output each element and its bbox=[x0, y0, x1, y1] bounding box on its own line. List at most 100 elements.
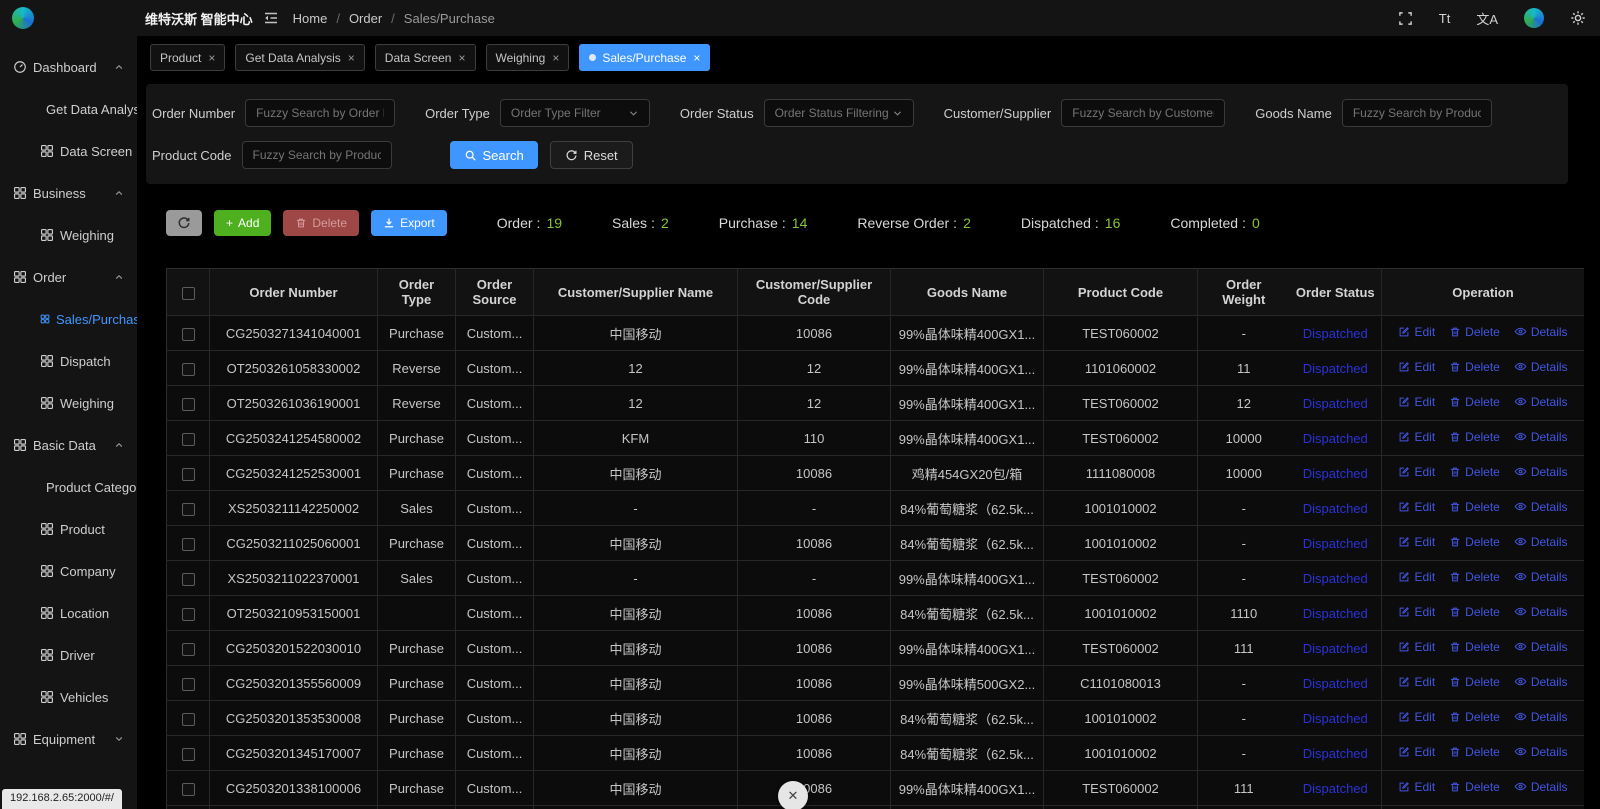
customer-supplier-input[interactable] bbox=[1061, 99, 1225, 127]
sidebar-collapse-icon[interactable] bbox=[263, 10, 279, 26]
close-icon[interactable]: × bbox=[208, 51, 215, 65]
delete-link[interactable]: Delete bbox=[1449, 430, 1500, 444]
tab-data-screen[interactable]: Data Screen× bbox=[375, 44, 476, 71]
row-checkbox[interactable] bbox=[182, 643, 195, 656]
sidebar-item-weighing[interactable]: Weighing bbox=[0, 214, 137, 256]
edit-link[interactable]: Edit bbox=[1398, 570, 1435, 584]
row-checkbox[interactable] bbox=[182, 433, 195, 446]
details-link[interactable]: Details bbox=[1514, 675, 1568, 689]
delete-link[interactable]: Delete bbox=[1449, 675, 1500, 689]
export-button[interactable]: Export bbox=[371, 210, 447, 236]
delete-link[interactable]: Delete bbox=[1449, 745, 1500, 759]
add-button[interactable]: + Add bbox=[214, 210, 271, 236]
row-checkbox[interactable] bbox=[182, 608, 195, 621]
details-link[interactable]: Details bbox=[1514, 570, 1568, 584]
row-checkbox[interactable] bbox=[182, 538, 195, 551]
edit-link[interactable]: Edit bbox=[1398, 675, 1435, 689]
sidebar-item-dispatch[interactable]: Dispatch bbox=[0, 340, 137, 382]
row-checkbox[interactable] bbox=[182, 328, 195, 341]
details-link[interactable]: Details bbox=[1514, 745, 1568, 759]
delete-link[interactable]: Delete bbox=[1449, 780, 1500, 794]
sidebar-item-data-screen[interactable]: Data Screen bbox=[0, 130, 137, 172]
row-checkbox[interactable] bbox=[182, 398, 195, 411]
edit-link[interactable]: Edit bbox=[1398, 325, 1435, 339]
goods-name-input[interactable] bbox=[1342, 99, 1492, 127]
refresh-button[interactable] bbox=[166, 210, 202, 236]
order-status-select[interactable]: Order Status Filtering bbox=[764, 99, 914, 127]
details-link[interactable]: Details bbox=[1514, 710, 1568, 724]
select-all-checkbox[interactable] bbox=[182, 287, 195, 300]
user-avatar[interactable] bbox=[1524, 8, 1544, 28]
font-size-icon[interactable]: Tt bbox=[1439, 11, 1451, 26]
close-icon[interactable]: × bbox=[693, 51, 700, 65]
sidebar-item-product[interactable]: Product bbox=[0, 508, 137, 550]
breadcrumb-order[interactable]: Order bbox=[349, 11, 382, 26]
delete-link[interactable]: Delete bbox=[1449, 535, 1500, 549]
settings-gear-icon[interactable] bbox=[1570, 10, 1586, 26]
search-button[interactable]: Search bbox=[450, 141, 538, 169]
details-link[interactable]: Details bbox=[1514, 325, 1568, 339]
close-icon[interactable]: × bbox=[348, 51, 355, 65]
sidebar-item-dashboard[interactable]: Dashboard bbox=[0, 46, 137, 88]
delete-link[interactable]: Delete bbox=[1449, 570, 1500, 584]
details-link[interactable]: Details bbox=[1514, 395, 1568, 409]
delete-link[interactable]: Delete bbox=[1449, 360, 1500, 374]
edit-link[interactable]: Edit bbox=[1398, 360, 1435, 374]
row-checkbox[interactable] bbox=[182, 713, 195, 726]
tab-product[interactable]: Product× bbox=[150, 44, 225, 71]
tab-sales-purchase[interactable]: Sales/Purchase× bbox=[579, 44, 710, 71]
row-checkbox[interactable] bbox=[182, 678, 195, 691]
edit-link[interactable]: Edit bbox=[1398, 780, 1435, 794]
edit-link[interactable]: Edit bbox=[1398, 535, 1435, 549]
edit-link[interactable]: Edit bbox=[1398, 745, 1435, 759]
row-checkbox[interactable] bbox=[182, 363, 195, 376]
details-link[interactable]: Details bbox=[1514, 640, 1568, 654]
sidebar-item-company[interactable]: Company bbox=[0, 550, 137, 592]
close-icon[interactable]: × bbox=[458, 51, 465, 65]
row-checkbox[interactable] bbox=[182, 503, 195, 516]
close-icon[interactable]: × bbox=[552, 51, 559, 65]
row-checkbox[interactable] bbox=[182, 748, 195, 761]
tab-weighing[interactable]: Weighing× bbox=[486, 44, 570, 71]
breadcrumb-home[interactable]: Home bbox=[293, 11, 328, 26]
sidebar-item-get-data-analysis[interactable]: Get Data Analysis bbox=[0, 88, 137, 130]
sidebar-item-driver[interactable]: Driver bbox=[0, 634, 137, 676]
product-code-input[interactable] bbox=[242, 141, 392, 169]
edit-link[interactable]: Edit bbox=[1398, 710, 1435, 724]
fullscreen-icon[interactable] bbox=[1398, 11, 1413, 26]
sidebar-item-location[interactable]: Location bbox=[0, 592, 137, 634]
details-link[interactable]: Details bbox=[1514, 465, 1568, 479]
sidebar-item-sales-purchase[interactable]: Sales/Purchase bbox=[0, 298, 137, 340]
delete-link[interactable]: Delete bbox=[1449, 325, 1500, 339]
delete-link[interactable]: Delete bbox=[1449, 395, 1500, 409]
sidebar-item-business[interactable]: Business bbox=[0, 172, 137, 214]
edit-link[interactable]: Edit bbox=[1398, 430, 1435, 444]
details-link[interactable]: Details bbox=[1514, 780, 1568, 794]
details-link[interactable]: Details bbox=[1514, 535, 1568, 549]
details-link[interactable]: Details bbox=[1514, 360, 1568, 374]
row-checkbox[interactable] bbox=[182, 783, 195, 796]
language-icon[interactable]: 文A bbox=[1476, 9, 1498, 28]
edit-link[interactable]: Edit bbox=[1398, 500, 1435, 514]
details-link[interactable]: Details bbox=[1514, 605, 1568, 619]
delete-link[interactable]: Delete bbox=[1449, 710, 1500, 724]
order-number-input[interactable] bbox=[245, 99, 395, 127]
details-link[interactable]: Details bbox=[1514, 430, 1568, 444]
order-type-select[interactable]: Order Type Filter bbox=[500, 99, 650, 127]
edit-link[interactable]: Edit bbox=[1398, 465, 1435, 479]
delete-link[interactable]: Delete bbox=[1449, 640, 1500, 654]
delete-link[interactable]: Delete bbox=[1449, 465, 1500, 479]
delete-link[interactable]: Delete bbox=[1449, 605, 1500, 619]
sidebar-item-basic-data[interactable]: Basic Data bbox=[0, 424, 137, 466]
edit-link[interactable]: Edit bbox=[1398, 640, 1435, 654]
tab-get-data-analysis[interactable]: Get Data Analysis× bbox=[235, 44, 364, 71]
collapse-float-button[interactable]: ✕ bbox=[778, 781, 808, 809]
row-checkbox[interactable] bbox=[182, 468, 195, 481]
edit-link[interactable]: Edit bbox=[1398, 395, 1435, 409]
sidebar-item-product-category[interactable]: Product Category bbox=[0, 466, 137, 508]
delete-button[interactable]: Delete bbox=[283, 210, 359, 236]
sidebar-item-vehicles[interactable]: Vehicles bbox=[0, 676, 137, 718]
details-link[interactable]: Details bbox=[1514, 500, 1568, 514]
sidebar-item-equipment[interactable]: Equipment bbox=[0, 718, 137, 760]
reset-button[interactable]: Reset bbox=[550, 141, 633, 169]
